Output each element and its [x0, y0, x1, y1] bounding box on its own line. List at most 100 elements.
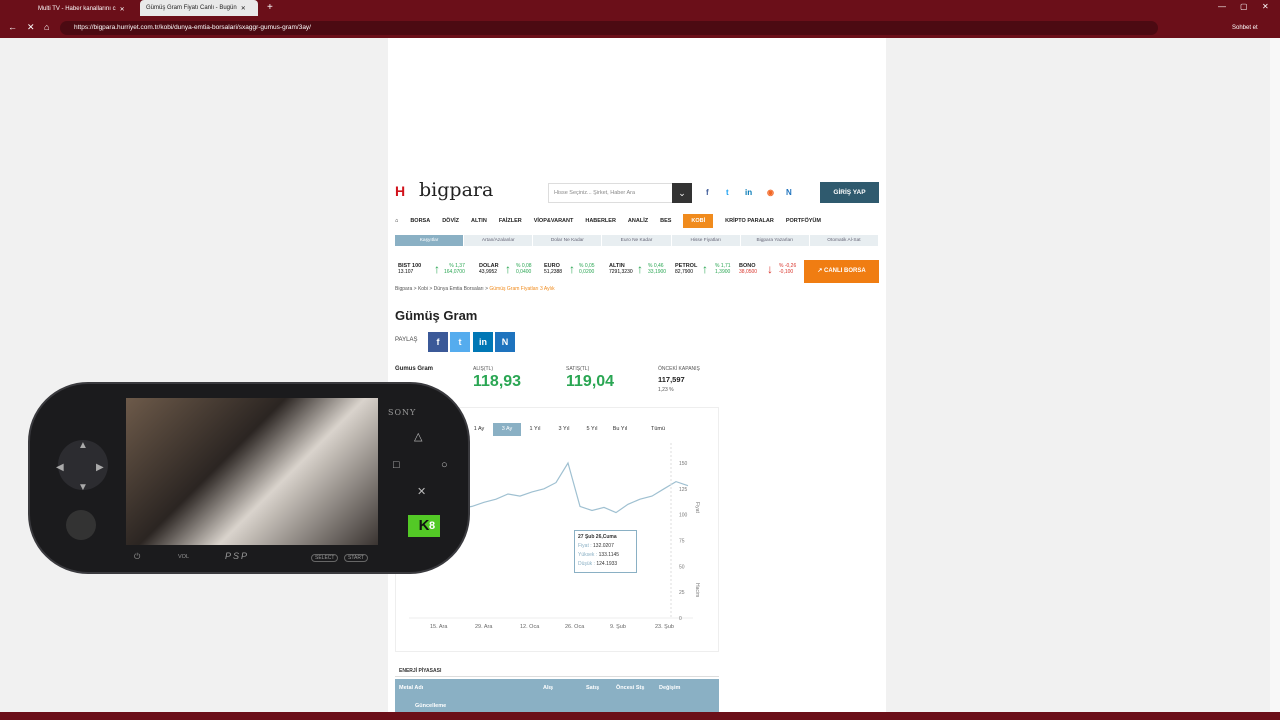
back-icon[interactable]: ←: [8, 22, 17, 32]
ticker-petrol[interactable]: PETROL 82,7900: [675, 263, 697, 275]
th-satis: Satış: [586, 685, 600, 691]
breadcrumb-link[interactable]: Dünya Emtia Borsaları: [434, 286, 484, 292]
menu-kripto[interactable]: KRİPTO PARALAR: [725, 218, 774, 224]
menu-kobi[interactable]: KOBİ: [683, 214, 714, 228]
menu-altin[interactable]: ALTIN: [471, 218, 487, 224]
y-tick-label: 100: [679, 513, 688, 519]
alis-value: 118,93: [473, 373, 522, 390]
subnav-item[interactable]: Kaşyıtlar: [395, 235, 465, 246]
breadcrumb-current: Gümüş Gram Fiyatları 3 Aylık: [489, 286, 555, 292]
period-1yil[interactable]: 1 Yıl: [521, 423, 549, 436]
menu-viop[interactable]: VİOP&VARANT: [534, 218, 574, 224]
breadcrumb: Bigpara > Kobi > Dünya Emtia Borsaları >…: [395, 286, 555, 292]
share-n-icon[interactable]: N: [495, 332, 515, 352]
ticker-altin[interactable]: ALTIN 7291,3230: [609, 263, 633, 275]
share-twitter-icon[interactable]: t: [450, 332, 470, 352]
y-tick-label: 125: [679, 487, 688, 493]
circle-icon: ○: [441, 459, 448, 471]
tooltip-label: Fiyat :: [578, 543, 592, 549]
n-icon[interactable]: N: [786, 188, 792, 197]
x-tick-label: 12. Oca: [520, 624, 540, 630]
period-3yil[interactable]: 3 Yıl: [550, 423, 578, 436]
channel-logo: K: [408, 515, 440, 537]
arrow-up-icon: ↑: [637, 262, 643, 276]
ticker-value: 38,0500: [739, 269, 758, 275]
minimize-icon[interactable]: —: [1218, 2, 1226, 11]
breadcrumb-link[interactable]: Kobi: [418, 286, 428, 292]
reload-icon[interactable]: ✕: [27, 22, 35, 32]
select-label: SELECT: [311, 554, 339, 562]
window-close-icon[interactable]: ✕: [1262, 2, 1269, 11]
dpad-down-icon: ▼: [78, 482, 88, 493]
ticker-change: % 0,08 0,0400: [516, 263, 532, 275]
new-tab-icon[interactable]: +: [267, 2, 273, 13]
close-icon[interactable]: ✕: [120, 6, 125, 13]
ticker-change: % -0,26 -0,100: [779, 263, 796, 275]
period-5yil[interactable]: 5 Yıl: [578, 423, 606, 436]
home-icon[interactable]: ⌂: [44, 22, 49, 32]
facebook-icon[interactable]: f: [706, 188, 709, 197]
main-nav: ⌂ BORSA DÖVİZ ALTIN FAİZLER VİOP&VARANT …: [395, 213, 879, 229]
maximize-icon[interactable]: ▢: [1240, 2, 1248, 11]
hurriyet-logo[interactable]: H: [395, 184, 407, 198]
instrument-name: Gumus Gram: [395, 366, 434, 372]
menu-analiz[interactable]: ANALİZ: [628, 218, 648, 224]
ticker-bono[interactable]: BONO 38,0500: [739, 263, 757, 275]
chart-tooltip: 27 Şub 26,Cuma Fiyat : 132.0207 Yüksek :…: [574, 530, 637, 573]
profile-button[interactable]: Sohbet et: [1232, 21, 1258, 35]
triangle-icon: △: [414, 431, 423, 443]
menu-portfoyum[interactable]: PORTFÖYÜM: [786, 218, 821, 224]
scrollbar[interactable]: [1270, 38, 1280, 712]
ticker-val2: 164,0700: [444, 269, 465, 275]
share-facebook-icon[interactable]: f: [428, 332, 448, 352]
ticker-change: % 0,05 0,0200: [579, 263, 595, 275]
tooltip-value: 133.1145: [598, 552, 620, 558]
canli-borsa-button[interactable]: ↗ CANLI BORSA: [804, 260, 879, 283]
chevron-down-icon[interactable]: ⌄: [672, 183, 692, 203]
menu-haberler[interactable]: HABERLER: [585, 218, 616, 224]
subnav-item[interactable]: Euro Ne Kadar: [602, 235, 672, 246]
y-tick-label: 75: [679, 539, 685, 545]
address-bar[interactable]: https://bigpara.hurriyet.com.tr/kobi/dun…: [60, 21, 1158, 35]
subnav-item[interactable]: Otomatik Al-Sat: [810, 235, 879, 246]
login-button[interactable]: GİRİŞ YAP: [820, 182, 879, 203]
menu-borsa[interactable]: BORSA: [410, 218, 430, 224]
subnav-item[interactable]: Bigpara Yazarları: [741, 235, 810, 246]
close-icon[interactable]: ✕: [241, 5, 246, 12]
y-tick-label: 0: [679, 616, 682, 622]
tab-label: Gümüş Gram Fiyatı Canlı - Bugün: [146, 5, 237, 11]
linkedin-icon[interactable]: in: [745, 188, 752, 197]
ticker-euro[interactable]: EURO 51,2388: [544, 263, 562, 275]
search-input[interactable]: Hisse Seçiniz... Şirket, Haber Ara: [548, 183, 691, 203]
menu-doviz[interactable]: DÖVİZ: [442, 218, 459, 224]
onceki-label: ÖNCEKİ KAPANIŞ: [658, 366, 700, 372]
ticker-dolar[interactable]: DOLAR 43,9952: [479, 263, 499, 275]
tooltip-value: 132.0207: [593, 543, 614, 549]
start-label: START: [344, 554, 368, 562]
y-tick-label: 25: [679, 590, 685, 596]
subnav-item[interactable]: Artan/Azalanlar: [464, 235, 534, 246]
period-tumu[interactable]: Tümü: [638, 423, 678, 436]
bigpara-logo[interactable]: bigpara: [419, 179, 493, 201]
subnav-item[interactable]: Hisse Fiyatları: [672, 235, 741, 246]
period-buyil[interactable]: Bu Yıl: [606, 423, 634, 436]
subnav-item[interactable]: Dolar Ne Kadar: [533, 235, 603, 246]
dpad-left-icon: ◀: [56, 462, 64, 473]
y-axis-label-volume: Hacim: [694, 583, 700, 597]
breadcrumb-link[interactable]: Bigpara: [395, 286, 412, 292]
ticker-bist100[interactable]: BIST 100 13.107: [398, 263, 421, 275]
ticker-val2: -0,100: [779, 269, 794, 275]
y-axis-label: Fiyat: [694, 502, 700, 513]
satis-label: SATIŞ(TL): [566, 366, 590, 372]
rss-icon[interactable]: ◉: [767, 188, 774, 197]
playstation-icon: ⏻: [134, 552, 141, 561]
tab-gumus-gram[interactable]: Gümüş Gram Fiyatı Canlı - Bugün ✕: [140, 0, 258, 16]
share-linkedin-icon[interactable]: in: [473, 332, 493, 352]
menu-bes[interactable]: BES: [660, 218, 671, 224]
twitter-icon[interactable]: t: [726, 188, 729, 197]
menu-faizler[interactable]: FAİZLER: [499, 218, 522, 224]
home-icon[interactable]: ⌂: [395, 218, 398, 224]
th-alis: Alış: [543, 685, 554, 691]
tab-multi-tv[interactable]: Multi TV - Haber kanallarını c ✕: [32, 2, 131, 16]
period-3ay[interactable]: 3 Ay: [493, 423, 521, 436]
